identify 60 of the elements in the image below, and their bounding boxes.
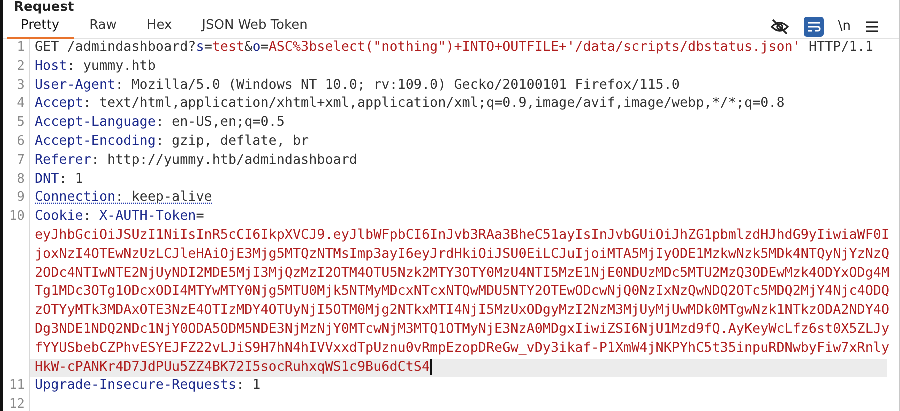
panel-title: Request bbox=[13, 0, 76, 15]
field-name: Host bbox=[35, 58, 68, 74]
request-text: : bbox=[83, 209, 92, 224]
field-name: Cookie bbox=[35, 209, 84, 224]
field-name: Connection bbox=[35, 190, 116, 206]
line-number: 12 bbox=[9, 397, 25, 411]
field-name: User-Agent bbox=[35, 78, 116, 93]
request-text: : keep-alive bbox=[116, 190, 212, 206]
field-value: zOTYyMTk3MDAxOTE3NzE4OTIzMDY4OTUyNjI5OTM0Mjg2NTkxMTI4NjI5MzUxODgyMzI2NzM3MjUyMjUwMDk0MTgwNzk1NTkzODA2NDY4O bbox=[35, 303, 890, 318]
field-value: 2ODc4NTIwNTE2NjUyNDI2MDE5MjI3MjQzMzI2OTM4OTU5Nzk2MTY3OTY0MzU4NTI5MzE1NjE0NDUzMDc5MTU2MzQ3ODEwMzk4ODYxODg4M bbox=[35, 266, 890, 281]
line-number: 7 bbox=[17, 152, 25, 168]
field-name: Accept-Encoding bbox=[35, 134, 156, 149]
request-text: : text/html,application/xhtml+xml,application/xml;q=0.9,image/avif,image/webp,*/*;q=0.8 bbox=[83, 96, 785, 112]
field-value: joxNzI4OTEwNzUzLCJleHAiOjE3Mjg5MTQzNTMsImp3ayI6eyJrdHkiOiJSU0EiLCJuIjoiMTA5MjIyODE1MzkwNzk5MDk4NTQyNjYzNzQ bbox=[35, 246, 890, 262]
line-number: 4 bbox=[17, 96, 25, 112]
wrap-lines-icon[interactable] bbox=[804, 16, 824, 36]
field-value: fYYUSbebCZPhvESYEJFZ22vLJiS9H7hN4hIVVxxdTpUznu0vRmpEzopDReGw_vDy3ikaf-P1XmW4jNKPYhC5t35inpuRDNwbyFiw7xRnly bbox=[35, 340, 890, 356]
line-number: 5 bbox=[17, 115, 25, 130]
line-number: 2 bbox=[17, 58, 25, 74]
field-name: o bbox=[252, 40, 261, 55]
newline-toggle[interactable]: \n bbox=[838, 19, 851, 34]
request-text: : 1 bbox=[59, 172, 84, 187]
request-text: : http://yummy.htb/admindashboard bbox=[91, 152, 358, 168]
request-text: = bbox=[260, 40, 269, 55]
field-value: test bbox=[212, 40, 245, 55]
line-number: 1 bbox=[17, 40, 25, 55]
field-value: Dg3NDE1NDQ2NDc1NjY0ODA5ODM5NDE3NjMzNjY0MTcwNjM3MTQ1OTMyNjE3NzA0MDgxIiwiZSI6NjU1Mzd9fQ.AyKeyWcLfz6st0X5ZLJy bbox=[35, 322, 890, 337]
field-name: Upgrade-Insecure-Requests bbox=[35, 378, 237, 394]
tab[interactable]: Raw bbox=[76, 14, 131, 38]
line-number: 3 bbox=[17, 78, 25, 93]
request-text: : en-US,en;q=0.5 bbox=[156, 115, 285, 130]
eye-slash-icon[interactable] bbox=[770, 16, 790, 36]
field-value: Tg1MDc3OTg1ODcxODI4MTYwMTY0Njg5MTU0Mjk5NTMyMDcxNTcxNTQwMDU5NTY2OTEwODcwNjQ0NzIxNzQwNDQ2OTc5MDQ2MjY4Njc4ODQ bbox=[35, 284, 890, 300]
line-number: 6 bbox=[17, 134, 25, 149]
request-text: GET /admindashboard? bbox=[35, 40, 196, 55]
line-number: 8 bbox=[17, 172, 25, 187]
tab[interactable]: Hex bbox=[132, 14, 186, 38]
field-name: s bbox=[196, 40, 204, 55]
line-number: 11 bbox=[9, 378, 25, 394]
field-name: Accept bbox=[35, 96, 84, 112]
request-text: & bbox=[244, 40, 253, 55]
request-text: : yummy.htb bbox=[67, 58, 156, 74]
request-text: : Mozilla/5.0 (Windows NT 10.0; rv:109.0) Gecko/20100101 Firefox/115.0 bbox=[116, 78, 680, 93]
request-text: : gzip, deflate, br bbox=[156, 134, 310, 149]
field-name: DNT bbox=[35, 172, 60, 187]
line-number: 10 bbox=[9, 209, 25, 224]
tab[interactable]: Pretty bbox=[7, 14, 74, 38]
request-text: = bbox=[196, 209, 204, 224]
request-text: = bbox=[204, 40, 212, 55]
menu-icon[interactable] bbox=[865, 20, 879, 32]
line-number: 9 bbox=[17, 190, 25, 206]
field-value: ASC%3bselect("nothing")+INTO+OUTFILE+'/data/scripts/dbstatus.json' bbox=[268, 40, 801, 55]
field-value: eyJhbGciOiJSUzI1NiIsInR5cCI6IkpXVCJ9.eyJlbWFpbCI6InJvb3RAa3BheC51ayIsInJvbGUiOiJhZG1pbmlzdHJhdG9yIiwiaWF0I bbox=[35, 228, 890, 243]
tab[interactable]: JSON Web Token bbox=[188, 14, 322, 38]
request-text: HTTP/1.1 bbox=[808, 40, 874, 55]
field-name: Referer bbox=[35, 152, 92, 168]
field-name: Accept-Language bbox=[35, 115, 156, 130]
field-name: X-AUTH-Token bbox=[100, 209, 196, 224]
field-value: HkW-cPANKr4D7JdPUu5ZZ4BK72I5socRuhxqWS1c9Bu6dCtS4 bbox=[35, 360, 430, 375]
request-text: : 1 bbox=[236, 378, 261, 394]
